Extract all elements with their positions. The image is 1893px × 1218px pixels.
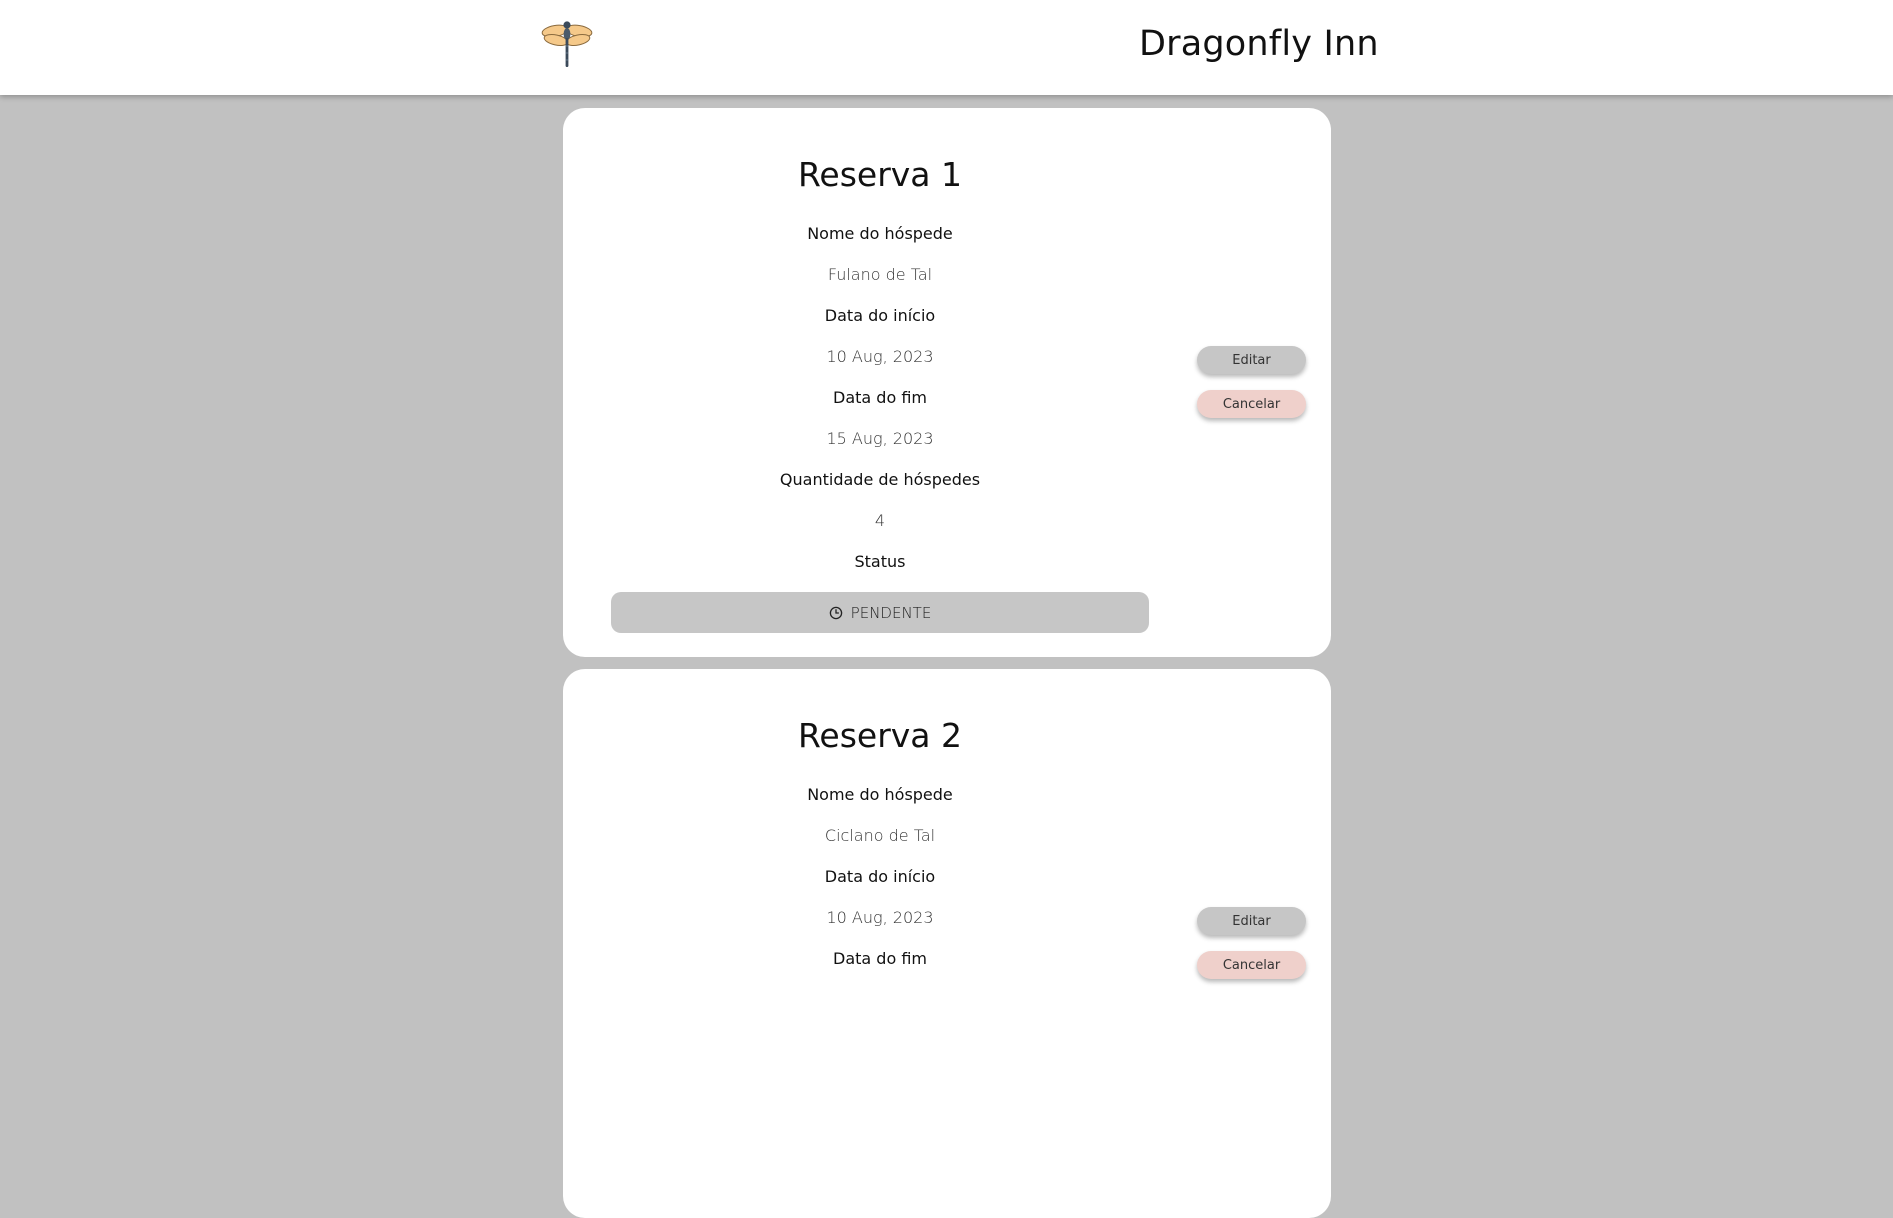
start-date-value: 10 Aug, 2023 <box>826 908 934 927</box>
reservation-card: Reserva 2 Nome do hóspede Ciclano de Tal… <box>563 669 1331 1218</box>
status-badge: PENDENTE <box>611 592 1149 633</box>
status-label: Status <box>854 552 906 571</box>
cancel-button[interactable]: Cancelar <box>1197 951 1306 979</box>
cancel-button[interactable]: Cancelar <box>1197 390 1306 418</box>
edit-button[interactable]: Editar <box>1197 346 1306 374</box>
end-date-value: 15 Aug, 2023 <box>826 429 934 448</box>
guest-count-value: 4 <box>874 511 886 530</box>
dragonfly-icon <box>540 16 594 70</box>
clock-icon <box>829 606 842 619</box>
brand-name: Dragonfly Inn <box>1139 24 1379 64</box>
reservation-title: Reserva 1 <box>797 155 963 194</box>
edit-button[interactable]: Editar <box>1197 907 1306 935</box>
guest-name-value: Ciclano de Tal <box>824 826 936 845</box>
reservation-title: Reserva 2 <box>797 716 963 755</box>
guest-name-label: Nome do hóspede <box>807 785 953 804</box>
start-date-value: 10 Aug, 2023 <box>826 347 934 366</box>
status-text: PENDENTE <box>850 603 932 622</box>
guest-count-label: Quantidade de hóspedes <box>779 470 981 489</box>
reservation-card: Reserva 1 Nome do hóspede Fulano de Tal … <box>563 108 1331 657</box>
start-date-label: Data do início <box>824 306 936 325</box>
end-date-label: Data do fim <box>833 949 927 968</box>
guest-name-label: Nome do hóspede <box>807 224 953 243</box>
top-bar: Dragonfly Inn <box>0 0 1893 95</box>
guest-name-value: Fulano de Tal <box>827 265 933 284</box>
start-date-label: Data do início <box>824 867 936 886</box>
end-date-label: Data do fim <box>833 388 927 407</box>
